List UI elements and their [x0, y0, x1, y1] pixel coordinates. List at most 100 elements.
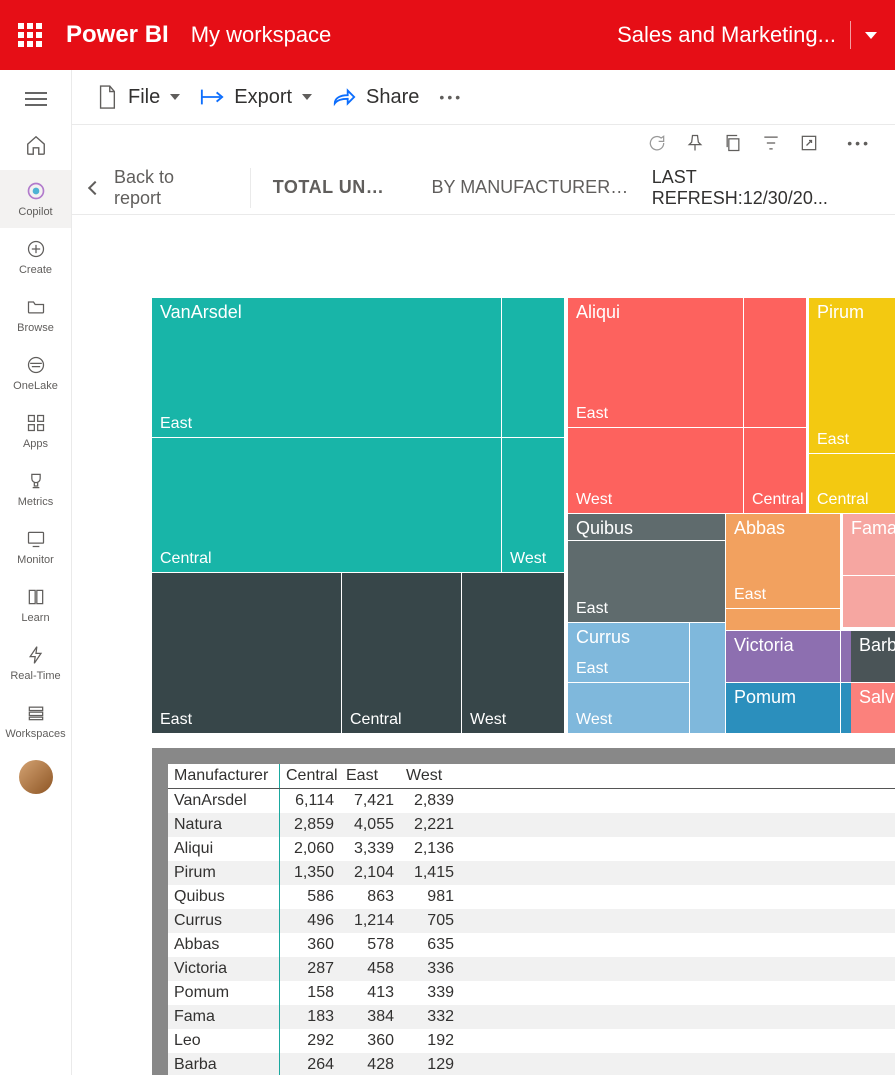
- visual-more-options[interactable]: •••: [837, 135, 881, 151]
- table-row[interactable]: Aliqui2,0603,3392,136: [168, 837, 895, 861]
- chevron-left-icon: [88, 180, 102, 194]
- rail-apps[interactable]: Apps: [0, 402, 71, 460]
- export-menu[interactable]: Export: [190, 80, 322, 115]
- col-header[interactable]: East: [340, 764, 400, 788]
- treemap-cell[interactable]: West: [462, 573, 564, 733]
- stack-icon: [25, 702, 47, 724]
- treemap-visual[interactable]: VanArsdelEastCentralWestNaturaEastCentra…: [152, 298, 895, 734]
- table-row[interactable]: Barba264428129: [168, 1053, 895, 1075]
- treemap-cell[interactable]: Central: [809, 454, 895, 513]
- treemap-cell[interactable]: Quibus: [568, 514, 725, 540]
- breadcrumb-total[interactable]: TOTAL UNI...: [251, 177, 410, 198]
- treemap-cell[interactable]: [843, 576, 895, 627]
- table-row[interactable]: Fama183384332: [168, 1005, 895, 1029]
- table-row[interactable]: Leo292360192: [168, 1029, 895, 1053]
- table-row[interactable]: Victoria287458336: [168, 957, 895, 981]
- treemap-cell[interactable]: Central: [152, 438, 501, 572]
- treemap-cell[interactable]: [502, 298, 564, 437]
- pin-icon[interactable]: [685, 133, 705, 153]
- treemap-cell[interactable]: [726, 609, 840, 630]
- more-options[interactable]: •••: [429, 89, 473, 105]
- report-title[interactable]: Sales and Marketing...: [617, 22, 836, 48]
- table-row[interactable]: Pomum158413339: [168, 981, 895, 1005]
- treemap-cell[interactable]: [744, 298, 806, 427]
- rail-copilot[interactable]: Copilot: [0, 170, 71, 228]
- treemap-cell[interactable]: East: [152, 573, 341, 733]
- rail-monitor[interactable]: Monitor: [0, 518, 71, 576]
- rail-metrics[interactable]: Metrics: [0, 460, 71, 518]
- folder-icon: [25, 296, 47, 318]
- trophy-icon: [25, 470, 47, 492]
- treemap-cell[interactable]: AliquiEast: [568, 298, 743, 427]
- apps-icon: [25, 412, 47, 434]
- treemap-cell[interactable]: Central: [342, 573, 461, 733]
- treemap-cell[interactable]: CurrusEast: [568, 623, 689, 682]
- breadcrumb-manufacturer[interactable]: BY MANUFACTURER ...: [410, 177, 652, 198]
- treemap-cell[interactable]: [690, 623, 725, 733]
- book-icon: [25, 586, 47, 608]
- treemap-cell[interactable]: Barba: [851, 631, 895, 682]
- treemap-cell[interactable]: Central: [744, 428, 806, 513]
- chevron-down-icon[interactable]: [865, 32, 877, 39]
- table-header[interactable]: ManufacturerCentralEastWest: [168, 764, 895, 789]
- plus-circle-icon: [25, 238, 47, 260]
- treemap-cell[interactable]: Pomum: [726, 683, 840, 733]
- treemap-cell[interactable]: Victoria: [726, 631, 840, 682]
- col-header[interactable]: West: [400, 764, 460, 788]
- table-row[interactable]: Quibus586863981: [168, 885, 895, 909]
- rail-workspaces[interactable]: Workspaces: [0, 692, 71, 750]
- chevron-down-icon: [302, 94, 312, 100]
- monitor-icon: [25, 528, 47, 550]
- table-row[interactable]: VanArsdel6,1147,4212,839: [168, 789, 895, 813]
- visual-actions: •••: [72, 125, 895, 161]
- treemap-cell[interactable]: East: [568, 541, 725, 622]
- export-icon: [200, 87, 224, 107]
- treemap-cell[interactable]: Salvus: [851, 683, 895, 733]
- col-header[interactable]: Manufacturer: [168, 764, 280, 788]
- copy-icon[interactable]: [723, 133, 743, 153]
- treemap-cell[interactable]: VanArsdelEast: [152, 298, 501, 437]
- filter-icon[interactable]: [761, 133, 781, 153]
- avatar[interactable]: [19, 760, 53, 794]
- refresh-icon[interactable]: [647, 133, 667, 153]
- share-button[interactable]: Share: [322, 80, 429, 115]
- brand-name[interactable]: Power BI: [66, 21, 169, 49]
- table-row[interactable]: Natura2,8594,0552,221: [168, 813, 895, 837]
- workspace-link[interactable]: My workspace: [191, 22, 332, 48]
- file-icon: [96, 84, 118, 110]
- rail-home[interactable]: [0, 124, 71, 170]
- col-header[interactable]: Central: [280, 764, 340, 788]
- share-icon: [332, 87, 356, 107]
- onelake-icon: [25, 354, 47, 376]
- app-launcher-icon[interactable]: [18, 23, 42, 47]
- back-to-report[interactable]: Back to report: [90, 168, 251, 208]
- table-row[interactable]: Pirum1,3502,1041,415: [168, 861, 895, 885]
- home-icon: [25, 134, 47, 156]
- global-header: Power BI My workspace Sales and Marketin…: [0, 0, 895, 70]
- breadcrumb: Back to report TOTAL UNI... BY MANUFACTU…: [72, 161, 895, 215]
- treemap-cell[interactable]: PirumEast: [809, 298, 895, 453]
- nav-rail: Copilot Create Browse OneLake Apps Metri…: [0, 70, 72, 1075]
- treemap-cell[interactable]: West: [568, 683, 689, 733]
- copilot-icon: [25, 180, 47, 202]
- data-table-wrap: ManufacturerCentralEastWestVanArsdel6,11…: [152, 748, 895, 1075]
- separator: [850, 21, 851, 49]
- table-row[interactable]: Abbas360578635: [168, 933, 895, 957]
- treemap-cell[interactable]: West: [568, 428, 743, 513]
- treemap-cell[interactable]: West: [502, 438, 564, 572]
- treemap-cell[interactable]: AbbasEast: [726, 514, 840, 608]
- treemap-cell[interactable]: Fama: [843, 514, 895, 575]
- hamburger-icon[interactable]: [25, 80, 47, 124]
- rail-create[interactable]: Create: [0, 228, 71, 286]
- focus-icon[interactable]: [799, 133, 819, 153]
- rail-onelake[interactable]: OneLake: [0, 344, 71, 402]
- report-toolbar: File Export Share •••: [72, 70, 895, 125]
- rail-learn[interactable]: Learn: [0, 576, 71, 634]
- data-table[interactable]: ManufacturerCentralEastWestVanArsdel6,11…: [168, 764, 895, 1075]
- rail-realtime[interactable]: Real-Time: [0, 634, 71, 692]
- table-row[interactable]: Currus4961,214705: [168, 909, 895, 933]
- chevron-down-icon: [170, 94, 180, 100]
- bolt-icon: [25, 644, 47, 666]
- file-menu[interactable]: File: [86, 78, 190, 116]
- rail-browse[interactable]: Browse: [0, 286, 71, 344]
